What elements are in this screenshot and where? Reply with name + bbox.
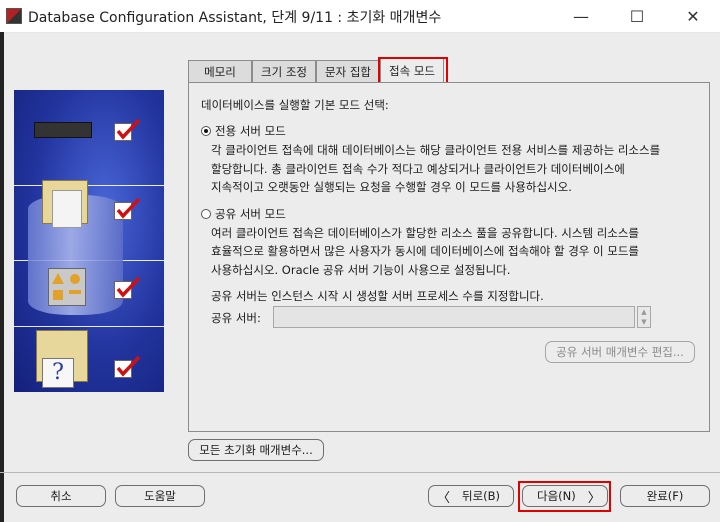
shared-servers-label: 공유 서버: bbox=[211, 311, 261, 325]
check-icon bbox=[114, 355, 141, 378]
divider-line bbox=[14, 185, 164, 186]
title-bar: Database Configuration Assistant, 단계 9/1… bbox=[0, 0, 720, 33]
memory-chip-icon bbox=[34, 122, 92, 138]
tab-highlight-box bbox=[378, 57, 448, 84]
connection-mode-panel: 데이터베이스를 실행할 기본 모드 선택: 전용 서버 모드 각 클라이언트 접… bbox=[188, 82, 710, 432]
panel-heading: 데이터베이스를 실행할 기본 모드 선택: bbox=[201, 98, 389, 112]
check-icon bbox=[114, 276, 141, 299]
footer-divider bbox=[0, 472, 720, 473]
dedicated-server-label[interactable]: 전용 서버 모드 bbox=[215, 123, 286, 139]
all-init-params-button[interactable]: 모든 초기화 매개변수... bbox=[188, 439, 324, 461]
minimize-button[interactable]: — bbox=[558, 0, 604, 32]
back-button[interactable]: 〈 뒤로(B) bbox=[428, 485, 514, 507]
shared-servers-spinner[interactable]: ▲ ▼ bbox=[637, 306, 651, 328]
chevron-left-icon: 〈 bbox=[437, 490, 451, 506]
check-icon bbox=[114, 118, 141, 141]
check-icon bbox=[114, 197, 141, 220]
spinner-down-icon[interactable]: ▼ bbox=[638, 317, 650, 327]
close-button[interactable]: ✕ bbox=[670, 0, 716, 32]
dedicated-server-radio[interactable] bbox=[201, 126, 211, 136]
tab-character-sets[interactable]: 문자 집합 bbox=[316, 60, 380, 82]
shared-description-line: 효율적으로 활용하면서 많은 사용자가 동시에 데이터베이스에 접속해야 할 경… bbox=[211, 244, 640, 258]
dedicated-description-line: 지속적이고 오랫동안 실행되는 요청을 수행할 경우 이 모드를 사용하십시오. bbox=[211, 180, 572, 194]
tab-sizing[interactable]: 크기 조정 bbox=[252, 60, 316, 82]
help-document-icon: ? bbox=[42, 358, 74, 388]
tab-memory[interactable]: 메모리 bbox=[188, 60, 252, 82]
wizard-illustration: ? bbox=[14, 90, 164, 392]
dedicated-description-line: 각 클라이언트 접속에 대해 데이터베이스는 해당 클라이언트 전용 서비스를 … bbox=[211, 143, 661, 157]
shared-server-label[interactable]: 공유 서버 모드 bbox=[215, 206, 286, 222]
finish-button[interactable]: 완료(F) bbox=[620, 485, 710, 507]
window-edge bbox=[0, 32, 4, 522]
next-highlight-box bbox=[518, 481, 611, 512]
edit-shared-server-params-button[interactable]: 공유 서버 매개변수 편집... bbox=[545, 341, 695, 363]
shared-server-radio[interactable] bbox=[201, 209, 211, 219]
shapes-icon bbox=[48, 268, 86, 306]
help-button[interactable]: 도움말 bbox=[115, 485, 205, 507]
shared-servers-hint: 공유 서버는 인스턴스 시작 시 생성할 서버 프로세스 수를 지정합니다. bbox=[211, 289, 544, 303]
cancel-button[interactable]: 취소 bbox=[16, 485, 106, 507]
divider-line bbox=[14, 326, 164, 327]
shared-servers-input[interactable] bbox=[273, 306, 635, 328]
maximize-button[interactable]: ☐ bbox=[614, 0, 660, 32]
shared-description-line: 사용하십시오. Oracle 공유 서버 기능이 사용으로 설정됩니다. bbox=[211, 263, 511, 277]
spinner-up-icon[interactable]: ▲ bbox=[638, 307, 650, 317]
back-button-label: 뒤로(B) bbox=[462, 489, 501, 503]
app-icon bbox=[6, 8, 22, 24]
document-icon bbox=[52, 190, 82, 228]
shared-description-line: 여러 클라이언트 접속은 데이터베이스가 할당한 리소스 풀을 공유합니다. 시… bbox=[211, 226, 640, 240]
dedicated-description-line: 할당합니다. 총 클라이언트 접속 수가 적다고 예상되거나 클라이언트가 데이… bbox=[211, 162, 625, 176]
window-title: Database Configuration Assistant, 단계 9/1… bbox=[28, 10, 442, 26]
